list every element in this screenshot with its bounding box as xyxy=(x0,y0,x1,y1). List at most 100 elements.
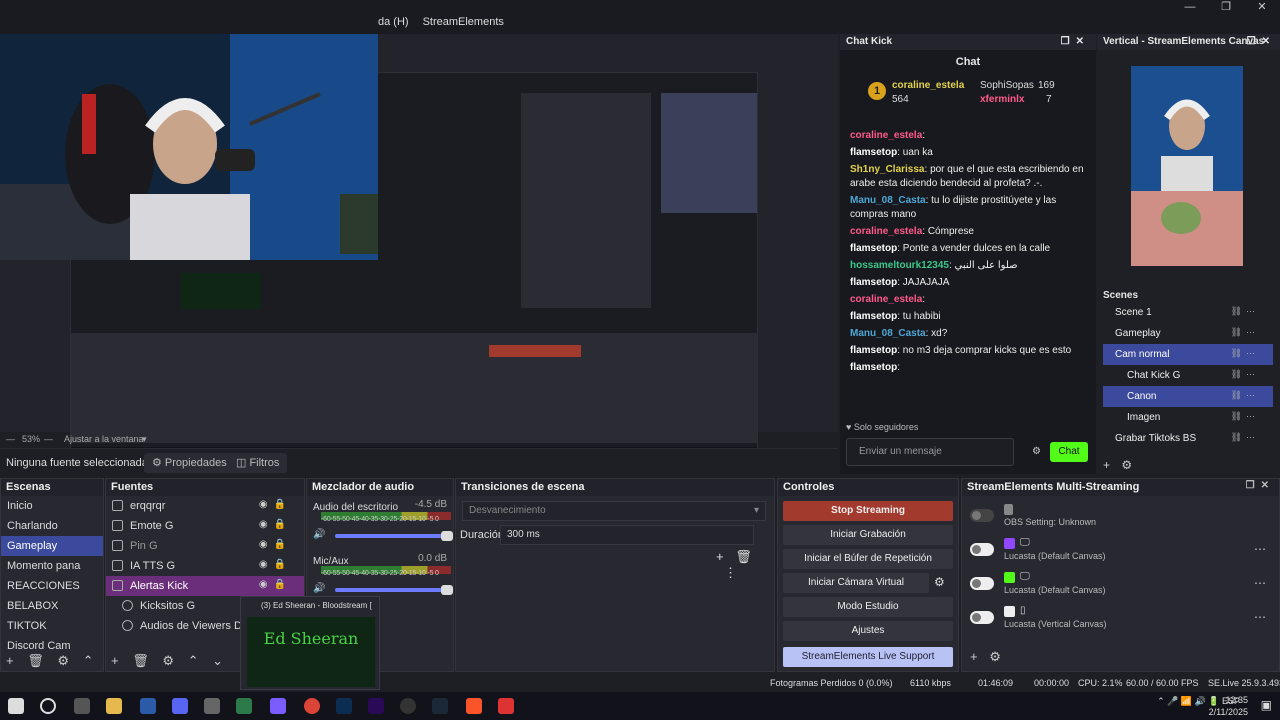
more-icon[interactable]: ⋯ xyxy=(1254,542,1266,556)
chat-username[interactable]: flamsetop xyxy=(850,345,897,356)
zoom-level[interactable]: 53% xyxy=(22,434,40,444)
chat-username[interactable]: coraline_estela xyxy=(850,130,922,141)
control-button[interactable]: Stop Streaming xyxy=(783,501,953,521)
add-icon[interactable]: + xyxy=(6,653,14,668)
dock-controls[interactable]: ❐✕ xyxy=(1247,36,1276,47)
chat-input[interactable]: Enviar un mensaje xyxy=(846,438,1014,466)
control-button[interactable]: Iniciar el Búfer de Repetición xyxy=(783,549,953,569)
gear-icon[interactable]: ⚙ xyxy=(989,649,1001,664)
speaker-icon[interactable]: 🔊 xyxy=(313,583,325,594)
toggle[interactable] xyxy=(970,577,994,590)
chat-username[interactable]: flamsetop xyxy=(850,147,897,158)
control-button[interactable]: Ajustes xyxy=(783,621,953,641)
trash-icon[interactable]: 🗑 xyxy=(132,653,149,668)
visibility-lock-icons[interactable]: ◉🔒 xyxy=(259,559,292,570)
photoshop-icon[interactable] xyxy=(336,698,352,714)
trash-icon[interactable]: 🗑 xyxy=(27,653,44,668)
source-item[interactable]: Alertas Kick ◉🔒 xyxy=(106,576,304,596)
visibility-lock-icons[interactable]: ◉🔒 xyxy=(259,579,292,590)
minimize-icon[interactable]: — xyxy=(1172,0,1208,14)
scene-row-icons[interactable]: ⛓⋯ xyxy=(1231,327,1259,338)
chat-send-button[interactable]: Chat xyxy=(1050,442,1088,462)
app-icon[interactable] xyxy=(270,698,286,714)
task-view-icon[interactable] xyxy=(74,698,90,714)
keyboard-icon[interactable] xyxy=(204,698,220,714)
fit-window-label[interactable]: Ajustar a la ventana xyxy=(64,434,144,444)
chat-username[interactable]: flamsetop xyxy=(850,311,897,322)
slider-knob[interactable] xyxy=(441,585,453,595)
scene-row-icons[interactable]: ⛓⋯ xyxy=(1231,306,1259,317)
add-icon[interactable]: + xyxy=(111,653,119,668)
source-item[interactable]: IA TTS G ◉🔒 xyxy=(106,556,304,576)
scene-item[interactable]: BELABOX xyxy=(1,596,103,616)
vertical-scene-item[interactable]: Grabar Tiktoks BS ⛓⋯ xyxy=(1103,428,1273,449)
duration-field[interactable]: 300 ms xyxy=(500,525,754,545)
transition-select[interactable]: Desvanecimiento ▾ xyxy=(462,501,766,521)
add-icon[interactable]: + xyxy=(716,549,724,564)
brave-icon[interactable] xyxy=(466,698,482,714)
chevron-down-icon[interactable]: ▾ xyxy=(142,434,147,445)
scene-item[interactable]: Charlando xyxy=(1,516,103,536)
app-4k-icon[interactable] xyxy=(140,698,156,714)
chat-username[interactable]: Manu_08_Casta xyxy=(850,328,926,339)
more-icon[interactable]: ⋮ xyxy=(724,565,737,580)
streamelements-icon[interactable] xyxy=(498,698,514,714)
speaker-icon[interactable]: 🔊 xyxy=(313,529,325,540)
chevron-up-icon[interactable]: ⌃ xyxy=(188,653,199,668)
chat-username[interactable]: flamsetop xyxy=(850,243,897,254)
steam-icon[interactable] xyxy=(432,698,448,714)
search-icon[interactable] xyxy=(40,698,56,714)
notification-icon[interactable]: ▣ xyxy=(1261,698,1272,712)
scene-item[interactable]: TIKTOK xyxy=(1,616,103,636)
source-item[interactable]: erqqrqr ◉🔒 xyxy=(106,496,304,516)
dock-controls[interactable]: ❐✕ xyxy=(1061,36,1090,47)
chevron-down-icon[interactable]: ⌄ xyxy=(212,653,223,668)
scene-item[interactable]: Momento pana xyxy=(1,556,103,576)
trash-icon[interactable]: 🗑 xyxy=(735,549,752,564)
chat-username[interactable]: coraline_estela xyxy=(850,294,922,305)
vertical-preview[interactable] xyxy=(1131,66,1243,266)
scene-item[interactable]: Inicio xyxy=(1,496,103,516)
vertical-scene-item[interactable]: Chat Kick G ⛓⋯ xyxy=(1103,365,1273,386)
control-button[interactable]: StreamElements Live Support xyxy=(783,647,953,667)
maximize-icon[interactable]: ❐ xyxy=(1208,0,1244,14)
add-icon[interactable]: + xyxy=(970,649,978,664)
chat-username[interactable]: flamsetop xyxy=(850,277,897,288)
source-item[interactable]: Emote G ◉🔒 xyxy=(106,516,304,536)
source-item[interactable]: Pin G ◉🔒 xyxy=(106,536,304,556)
toggle[interactable] xyxy=(970,543,994,556)
filters-button[interactable]: ◫ Filtros xyxy=(228,453,288,473)
gear-icon[interactable]: ⚙ xyxy=(1032,446,1041,457)
terminal-icon[interactable] xyxy=(236,698,252,714)
scene-row-icons[interactable]: ⛓⋯ xyxy=(1231,348,1259,359)
scene-item[interactable]: REACCIONES xyxy=(1,576,103,596)
dock-controls[interactable]: ❐✕ xyxy=(1246,480,1275,491)
chevron-up-icon[interactable]: ⌃ xyxy=(83,653,94,668)
menu-item-streamelements[interactable]: StreamElements xyxy=(423,16,504,28)
visibility-lock-icons[interactable]: ◉🔒 xyxy=(259,519,292,530)
chat-username[interactable]: coraline_estela xyxy=(850,226,922,237)
volume-slider[interactable] xyxy=(335,585,453,595)
scene-row-icons[interactable]: ⛓⋯ xyxy=(1231,432,1259,443)
start-icon[interactable] xyxy=(8,698,24,714)
vertical-scene-item[interactable]: Scene 1 ⛓⋯ xyxy=(1103,302,1273,323)
premiere-icon[interactable] xyxy=(368,698,384,714)
obs-icon[interactable] xyxy=(400,698,416,714)
scene-row-icons[interactable]: ⛓⋯ xyxy=(1231,369,1259,380)
taskbar-window-preview[interactable]: (3) Ed Sheeran - Bloodstream [ Ed Sheera… xyxy=(240,596,380,690)
folder-icon[interactable] xyxy=(106,698,122,714)
chat-username[interactable]: Manu_08_Casta xyxy=(850,195,926,206)
scene-row-icons[interactable]: ⛓⋯ xyxy=(1231,411,1259,422)
discord-icon[interactable] xyxy=(172,698,188,714)
control-button[interactable]: Iniciar Grabación xyxy=(783,525,953,545)
menu-item-help[interactable]: da (H) xyxy=(378,16,409,28)
more-icon[interactable]: ⋯ xyxy=(1254,576,1266,590)
vertical-scene-item[interactable]: Canon ⛓⋯ xyxy=(1103,386,1273,407)
scene-item[interactable]: Gameplay xyxy=(1,536,103,556)
chat-username[interactable]: hossameltourk12345 xyxy=(850,260,949,271)
close-icon[interactable]: ✕ xyxy=(1244,0,1280,14)
preview-canvas[interactable] xyxy=(0,34,838,464)
vertical-scene-item[interactable]: Imagen ⛓⋯ xyxy=(1103,407,1273,428)
chat-username[interactable]: Sh1ny_Clarissa xyxy=(850,164,925,175)
chrome-icon[interactable] xyxy=(304,698,320,714)
